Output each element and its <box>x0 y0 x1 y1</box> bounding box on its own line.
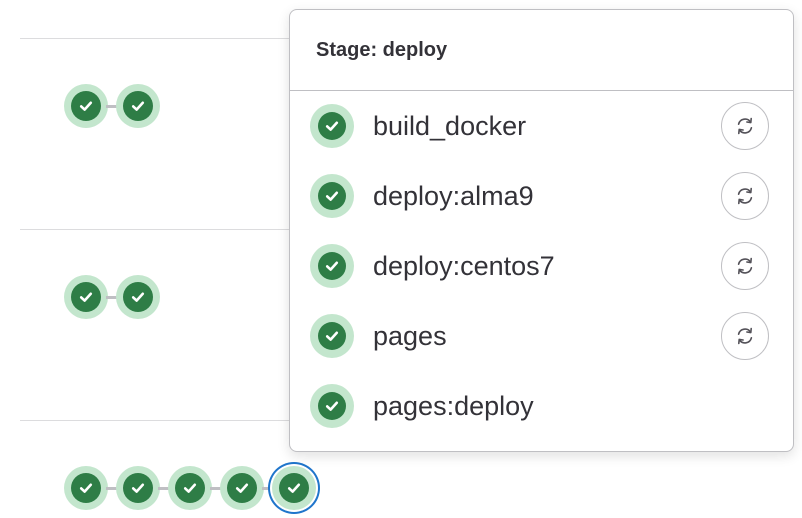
retry-icon <box>737 117 753 135</box>
row-divider <box>20 420 320 421</box>
success-status-icon <box>310 104 354 148</box>
mini-pipeline <box>64 466 316 510</box>
job-name: pages <box>373 320 447 351</box>
check-icon <box>131 101 145 111</box>
check-icon <box>325 191 339 201</box>
stage-status-button[interactable] <box>272 466 316 510</box>
mini-pipeline <box>64 84 160 128</box>
retry-icon <box>737 257 753 275</box>
stage-status-button[interactable] <box>168 466 212 510</box>
check-icon <box>235 483 249 493</box>
job-item[interactable]: deploy:alma9 <box>290 161 793 231</box>
success-status-icon <box>71 282 101 312</box>
success-status-icon <box>227 473 257 503</box>
job-name: build_docker <box>373 110 527 141</box>
retry-button[interactable] <box>721 312 769 360</box>
stage-status-button[interactable] <box>116 466 160 510</box>
mini-pipeline <box>64 275 160 319</box>
dropdown-title: Stage: deploy <box>316 38 448 61</box>
dropdown-header: Stage: deploy <box>290 10 793 91</box>
success-status-icon <box>310 174 354 218</box>
check-icon <box>325 331 339 341</box>
success-status-icon <box>123 473 153 503</box>
job-name: pages:deploy <box>373 390 534 421</box>
success-status-icon <box>279 473 309 503</box>
success-status-icon <box>71 91 101 121</box>
retry-icon <box>737 327 753 345</box>
stage-status-button[interactable] <box>64 466 108 510</box>
job-name: deploy:centos7 <box>373 250 555 281</box>
check-icon <box>325 401 339 411</box>
check-icon <box>325 261 339 271</box>
stage-status-button[interactable] <box>220 466 264 510</box>
row-divider <box>20 38 320 39</box>
check-icon <box>131 292 145 302</box>
job-item[interactable]: build_docker <box>290 91 793 161</box>
success-status-icon <box>310 244 354 288</box>
check-icon <box>183 483 197 493</box>
check-icon <box>79 101 93 111</box>
job-name: deploy:alma9 <box>373 180 534 211</box>
success-status-icon <box>310 384 354 428</box>
retry-icon <box>737 187 753 205</box>
success-status-icon <box>71 473 101 503</box>
stage-status-button[interactable] <box>116 275 160 319</box>
retry-button[interactable] <box>721 242 769 290</box>
success-status-icon <box>123 91 153 121</box>
stage-dropdown: Stage: deploy build_docker deploy:alma9 … <box>289 9 794 452</box>
stage-status-button[interactable] <box>116 84 160 128</box>
check-icon <box>131 483 145 493</box>
job-item[interactable]: deploy:centos7 <box>290 231 793 301</box>
check-icon <box>287 483 301 493</box>
job-item[interactable]: pages <box>290 301 793 371</box>
stage-status-button[interactable] <box>64 275 108 319</box>
success-status-icon <box>175 473 205 503</box>
stage-status-button[interactable] <box>64 84 108 128</box>
row-divider <box>20 229 320 230</box>
job-list: build_docker deploy:alma9 deploy:centos7… <box>290 91 793 441</box>
retry-button[interactable] <box>721 172 769 220</box>
check-icon <box>325 121 339 131</box>
success-status-icon <box>123 282 153 312</box>
check-icon <box>79 483 93 493</box>
job-item[interactable]: pages:deploy <box>290 371 793 441</box>
success-status-icon <box>310 314 354 358</box>
retry-button[interactable] <box>721 102 769 150</box>
check-icon <box>79 292 93 302</box>
